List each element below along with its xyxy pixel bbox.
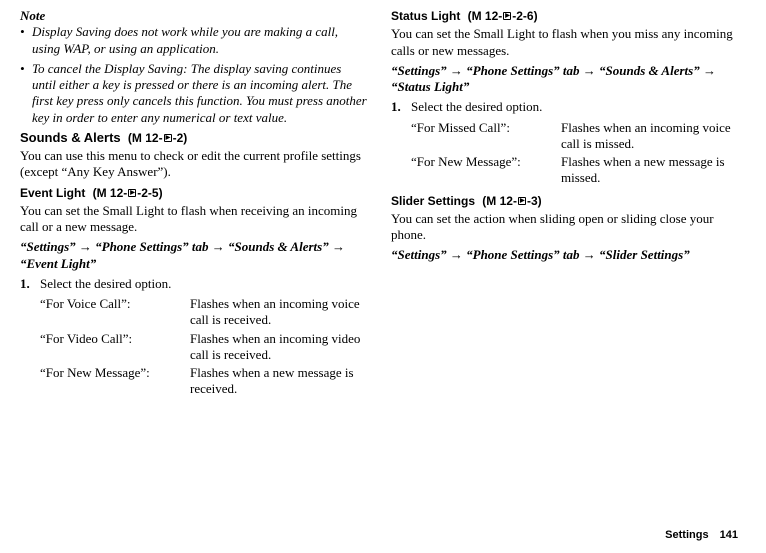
step-text: Select the desired option. (411, 99, 542, 115)
page-footer: Settings 141 (665, 529, 738, 543)
menu-code: (M 12- -2-5) (93, 186, 163, 200)
note-text: To cancel the Display Saving: The displa… (32, 61, 367, 126)
menu-code: (M 12- -2-6) (468, 9, 538, 23)
nav-segment: “Sounds & Alerts” (228, 239, 329, 254)
page-number: 141 (720, 529, 738, 541)
status-light-header: Status Light (M 12- -2-6) (391, 8, 738, 24)
step-item: 1.Select the desired option. (20, 276, 367, 292)
subsection-title: Event Light (20, 186, 85, 200)
option-value: Flashes when a new message is missed. (561, 154, 738, 189)
nav-segment: “Event Light” (20, 256, 96, 271)
right-arrow-icon (518, 197, 526, 205)
nav-segment: “Phone Settings” tab (466, 247, 579, 262)
code-prefix: (M 12- (482, 194, 517, 208)
nav-path: “Settings” → “Phone Settings” tab → “Sou… (391, 63, 738, 96)
note-item: •Display Saving does not work while you … (20, 24, 367, 57)
option-key: “For Missed Call”: (411, 120, 561, 155)
menu-code: (M 12- -3) (482, 194, 541, 208)
sounds-alerts-header: Sounds & Alerts (M 12- -2) (20, 130, 367, 146)
code-suffix: -3) (527, 194, 542, 208)
code-prefix: (M 12- (128, 131, 163, 145)
subsection-title: Status Light (391, 9, 460, 23)
table-row: “For Video Call”:Flashes when an incomin… (40, 331, 367, 366)
right-arrow-icon (164, 134, 172, 142)
option-key: “For Voice Call”: (40, 296, 190, 331)
sounds-alerts-desc: You can use this menu to check or edit t… (20, 148, 367, 181)
slider-settings-desc: You can set the action when sliding open… (391, 211, 738, 244)
subsection-title: Slider Settings (391, 194, 475, 208)
note-list: •Display Saving does not work while you … (20, 24, 367, 126)
nav-segment: “Settings” (391, 247, 447, 262)
nav-segment: “Sounds & Alerts” (599, 63, 700, 78)
option-value: Flashes when an incoming voice call is r… (190, 296, 367, 331)
footer-section-label: Settings (665, 529, 708, 541)
option-value: Flashes when an incoming video call is r… (190, 331, 367, 366)
nav-segment: “Status Light” (391, 79, 469, 94)
step-list: 1.Select the desired option. (20, 276, 367, 292)
event-light-desc: You can set the Small Light to flash whe… (20, 203, 367, 236)
step-text: Select the desired option. (40, 276, 171, 292)
code-prefix: (M 12- (93, 186, 128, 200)
option-value: Flashes when a new message is received. (190, 365, 367, 400)
step-list: 1.Select the desired option. (391, 99, 738, 115)
nav-path: “Settings” → “Phone Settings” tab → “Sou… (20, 239, 367, 272)
options-table: “For Missed Call”:Flashes when an incomi… (411, 120, 738, 189)
code-suffix: -2-6) (512, 9, 537, 23)
menu-code: (M 12- -2) (128, 131, 187, 145)
note-item: •To cancel the Display Saving: The displ… (20, 61, 367, 126)
right-column: Status Light (M 12- -2-6) You can set the… (391, 8, 738, 400)
content-columns: Note •Display Saving does not work while… (20, 8, 738, 400)
table-row: “For New Message”:Flashes when a new mes… (40, 365, 367, 400)
nav-path: “Settings” → “Phone Settings” tab → “Sli… (391, 247, 738, 263)
code-prefix: (M 12- (468, 9, 503, 23)
event-light-header: Event Light (M 12- -2-5) (20, 185, 367, 201)
nav-segment: “Phone Settings” tab (466, 63, 579, 78)
options-table: “For Voice Call”:Flashes when an incomin… (40, 296, 367, 400)
step-item: 1.Select the desired option. (391, 99, 738, 115)
section-title: Sounds & Alerts (20, 130, 121, 145)
nav-segment: “Phone Settings” tab (95, 239, 208, 254)
table-row: “For Missed Call”:Flashes when an incomi… (411, 120, 738, 155)
nav-segment: “Settings” (391, 63, 447, 78)
table-row: “For Voice Call”:Flashes when an incomin… (40, 296, 367, 331)
option-value: Flashes when an incoming voice call is m… (561, 120, 738, 155)
right-arrow-icon (128, 189, 136, 197)
slider-settings-header: Slider Settings (M 12- -3) (391, 193, 738, 209)
table-row: “For New Message”:Flashes when a new mes… (411, 154, 738, 189)
right-arrow-icon (503, 12, 511, 20)
code-suffix: -2-5) (137, 186, 162, 200)
nav-segment: “Settings” (20, 239, 76, 254)
note-text: Display Saving does not work while you a… (32, 24, 367, 57)
status-light-desc: You can set the Small Light to flash whe… (391, 26, 738, 59)
note-heading: Note (20, 8, 367, 24)
option-key: “For New Message”: (411, 154, 561, 189)
code-suffix: -2) (173, 131, 188, 145)
option-key: “For New Message”: (40, 365, 190, 400)
left-column: Note •Display Saving does not work while… (20, 8, 367, 400)
option-key: “For Video Call”: (40, 331, 190, 366)
nav-segment: “Slider Settings” (599, 247, 690, 262)
